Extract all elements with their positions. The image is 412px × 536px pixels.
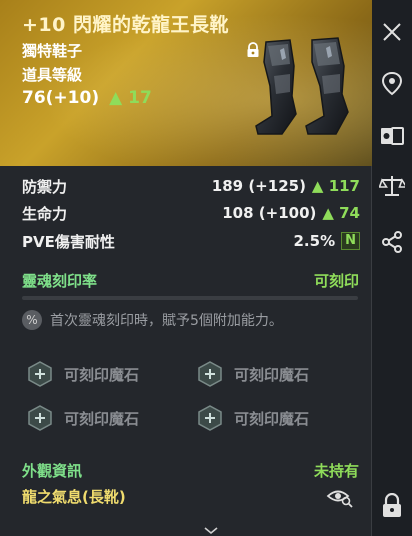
compare-button[interactable] — [376, 120, 408, 152]
stat-value: 189 (+125) — [211, 177, 306, 195]
item-tooltip: +10 閃耀的乾龍王長靴 獨特鞋子 道具等級 76(+10) ▲ 17 防禦力 … — [0, 0, 372, 536]
appearance-status: 未持有 — [313, 462, 359, 480]
location-pin-icon — [381, 71, 403, 96]
item-level-row: 76(+10) ▲ 17 — [22, 88, 152, 108]
item-level-value: 76(+10) — [22, 88, 100, 108]
stat-label: PVE傷害耐性 — [22, 232, 115, 251]
gem-slot[interactable]: 可刻印魔石 — [196, 404, 309, 432]
item-header: +10 閃耀的乾龍王長靴 獨特鞋子 道具等級 76(+10) ▲ 17 — [0, 0, 372, 166]
stat-label: 生命力 — [22, 204, 68, 223]
gem-slot-label: 可刻印魔石 — [64, 409, 140, 428]
soul-engraving-label: 靈魂刻印率 — [22, 272, 98, 290]
gem-slot[interactable]: 可刻印魔石 — [26, 404, 139, 432]
boots-item-image — [255, 37, 349, 135]
close-button[interactable] — [376, 16, 408, 48]
lock-button[interactable] — [376, 490, 408, 522]
item-level-label: 道具等級 — [22, 66, 83, 84]
soul-engraving-note: % 首次靈魂刻印時，賦予5個附加能力。 — [22, 310, 283, 330]
appraise-button[interactable] — [376, 170, 408, 202]
stat-value: 2.5% — [293, 232, 336, 250]
locate-button[interactable] — [376, 68, 408, 100]
soul-engraving-bar — [22, 296, 358, 300]
gem-slot[interactable]: 可刻印魔石 — [196, 360, 309, 388]
compare-cards-icon — [381, 127, 404, 145]
stat-label: 防禦力 — [22, 177, 68, 196]
tooltip-sidebar — [372, 0, 412, 536]
empty-gem-slot-icon — [198, 361, 222, 387]
gem-slot[interactable]: 可刻印魔石 — [26, 360, 139, 388]
chevron-down-icon[interactable] — [204, 527, 218, 535]
close-icon — [383, 23, 401, 41]
gem-slot-label: 可刻印魔石 — [64, 365, 140, 384]
gem-slot-label: 可刻印魔石 — [234, 365, 310, 384]
stat-row-defense: 防禦力 189 (+125) ▲ 117 — [22, 174, 360, 198]
gem-slot-label: 可刻印魔石 — [234, 409, 310, 428]
appearance-label: 外觀資訊 — [22, 462, 83, 480]
stat-row-pve: PVE傷害耐性 2.5% N — [22, 229, 360, 253]
preview-eye-icon[interactable] — [326, 486, 354, 508]
stat-delta: ▲ 74 — [322, 204, 360, 222]
percent-icon: % — [22, 310, 42, 330]
new-badge: N — [341, 232, 360, 250]
soul-engraving-status: 可刻印 — [313, 272, 359, 290]
empty-gem-slot-icon — [28, 405, 52, 431]
soul-engraving-note-text: 首次靈魂刻印時，賦予5個附加能力。 — [50, 313, 283, 329]
share-button[interactable] — [376, 226, 408, 258]
empty-gem-slot-icon — [198, 405, 222, 431]
share-icon — [382, 231, 402, 253]
stat-row-hp: 生命力 108 (+100) ▲ 74 — [22, 201, 360, 225]
stat-delta: ▲ 117 — [311, 177, 360, 195]
item-level-delta: ▲ 17 — [109, 88, 152, 108]
stat-value: 108 (+100) — [222, 204, 317, 222]
scales-icon — [379, 176, 405, 196]
empty-gem-slot-icon — [28, 361, 52, 387]
item-title: +10 閃耀的乾龍王長靴 — [22, 14, 229, 36]
lock-icon — [383, 493, 401, 517]
item-type: 獨特鞋子 — [22, 42, 83, 60]
appearance-name: 龍之氣息(長靴) — [22, 488, 126, 506]
